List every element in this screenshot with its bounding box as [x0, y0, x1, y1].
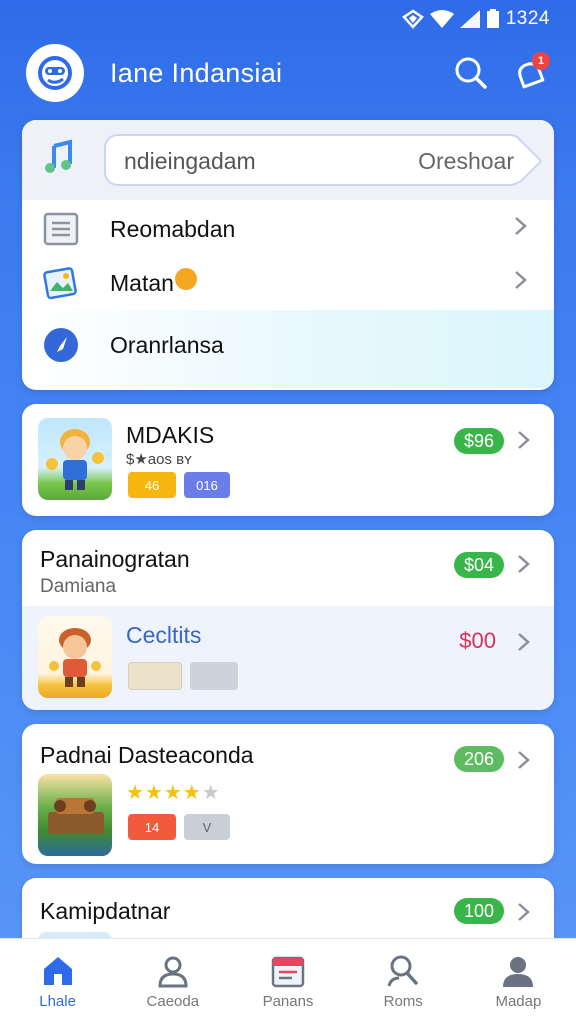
robot-logo-icon — [38, 56, 72, 90]
signal-icon — [459, 10, 480, 28]
photo-icon — [42, 264, 80, 302]
compass-icon — [42, 326, 80, 364]
calendar-icon — [271, 956, 305, 988]
game-title: Panainogratan — [40, 546, 190, 572]
chevron-right-icon — [515, 217, 527, 235]
price-badge: 206 — [454, 746, 504, 772]
header-search-button[interactable] — [452, 54, 490, 92]
menu-item-label: Matan — [110, 268, 197, 297]
character-icon — [49, 628, 101, 687]
price-badge: $00 — [459, 628, 496, 653]
profile-icon — [503, 957, 534, 987]
menu-item-label: Oranrlansa — [110, 332, 224, 358]
game-thumbnail — [38, 418, 112, 500]
tag-badge: V — [184, 814, 230, 840]
nav-label: Lhale — [39, 993, 76, 1010]
nav-item-panans[interactable]: Panans — [230, 939, 345, 1024]
nav-item-home[interactable]: Lhale — [0, 939, 115, 1024]
chevron-right-icon — [518, 555, 530, 573]
price-badge: $96 — [454, 428, 504, 454]
search-right-text: Oreshoar — [418, 148, 514, 174]
game-card[interactable]: Padnai Dasteaconda ★★★★★ 14 V 206 — [22, 724, 554, 864]
rating-stars: ★★★★★ — [126, 782, 221, 804]
game-title: Kamipdatnar — [40, 898, 171, 924]
nav-label: Panans — [262, 993, 314, 1010]
menu-item-label: Reomabdan — [110, 216, 236, 242]
chevron-right-icon — [518, 751, 530, 769]
user-outline-icon — [158, 956, 188, 988]
app-title: Iane Indansiai — [110, 58, 283, 88]
tag-badge: 016 — [184, 472, 230, 498]
tag-placeholder — [128, 662, 182, 690]
nav-item-caeoda[interactable]: Caeoda — [115, 939, 230, 1024]
game-title: Padnai Dasteaconda — [40, 742, 254, 768]
price-badge: 100 — [454, 898, 504, 924]
emoji-icon — [174, 268, 197, 290]
search-icon — [455, 57, 487, 89]
search-person-icon — [387, 955, 418, 987]
bottom-nav: Lhale Caeoda Panans Roms Madap — [0, 938, 576, 1024]
chevron-right-icon — [518, 903, 530, 921]
tag-placeholder — [190, 662, 238, 690]
menu-item-3[interactable]: Oranrlansa — [22, 310, 554, 388]
app-header: Iane Indansiai 1 — [24, 42, 552, 106]
chevron-right-icon — [518, 431, 530, 449]
price-badge: $04 — [454, 552, 504, 578]
chevron-right-icon — [518, 633, 530, 651]
notification-badge: 1 — [532, 52, 550, 70]
menu-card: ndieingadam Oreshoar Reomabdan Matan Ora… — [22, 120, 554, 390]
nfc-icon — [401, 9, 424, 29]
nav-label: Roms — [383, 993, 423, 1010]
tag-badge: 46 — [128, 472, 176, 498]
nav-item-roms[interactable]: Roms — [346, 939, 461, 1024]
nav-label: Caeoda — [146, 993, 200, 1010]
game-title: MDAKIS — [126, 422, 215, 448]
status-time: 1324 — [505, 8, 550, 29]
app-logo[interactable] — [26, 44, 84, 102]
boat-icon — [48, 798, 104, 834]
sub-item[interactable]: Cecltits $00 — [22, 606, 554, 710]
game-card[interactable]: Panainogratan Damiana $04 Cecltits $00 — [22, 530, 554, 710]
music-icon[interactable] — [40, 138, 80, 178]
game-meta: $★aos ʙʏ — [126, 451, 192, 468]
chevron-right-icon — [515, 271, 527, 289]
nav-label: Madap — [495, 993, 542, 1010]
tag-badge: 14 — [128, 814, 176, 840]
menu-item-2[interactable]: Matan — [22, 254, 554, 310]
search-input[interactable]: ndieingadam Oreshoar — [104, 134, 524, 186]
game-subtitle: Damiana — [40, 576, 117, 597]
character-icon — [46, 429, 104, 490]
search-strip: ndieingadam Oreshoar — [22, 120, 554, 200]
game-thumbnail — [38, 774, 112, 856]
battery-icon — [486, 9, 499, 28]
list-icon — [42, 210, 80, 248]
game-card[interactable]: MDAKIS $★aos ʙʏ 46 016 $96 — [22, 404, 554, 516]
menu-item-1[interactable]: Reomabdan — [22, 200, 554, 256]
search-input-value: ndieingadam — [124, 148, 256, 174]
home-icon — [43, 957, 72, 985]
notification-button[interactable]: 1 — [508, 52, 552, 96]
sub-item-title: Cecltits — [126, 622, 202, 648]
wifi-icon — [429, 10, 454, 28]
nav-item-madap[interactable]: Madap — [461, 939, 576, 1024]
game-thumbnail — [38, 616, 112, 698]
status-bar: 1324 — [0, 0, 576, 38]
